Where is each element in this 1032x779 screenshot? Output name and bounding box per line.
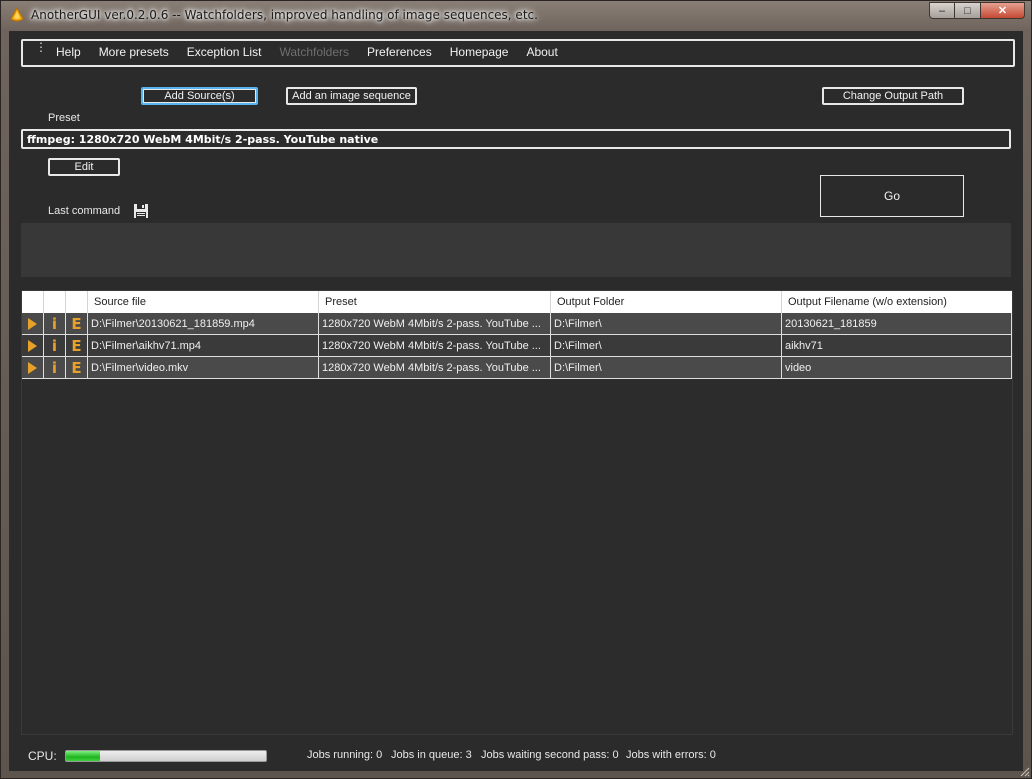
edit-glyph: E (71, 358, 82, 377)
job-grid[interactable]: Source file Preset Output Folder Output … (21, 290, 1013, 735)
change-output-path-button[interactable]: Change Output Path (822, 87, 964, 105)
menu-item-watchfolders[interactable]: Watchfolders (270, 45, 358, 59)
last-command-output[interactable] (21, 223, 1011, 277)
add-source-button[interactable]: Add Source(s) (141, 87, 258, 105)
cell-source-file[interactable]: D:\Filmer\20130621_181859.mp4 (88, 313, 319, 335)
app-logo-icon (10, 7, 24, 22)
cell-preset[interactable]: 1280x720 WebM 4Mbit/s 2-pass. YouTube ..… (319, 357, 551, 379)
table-row[interactable]: i E D:\Filmer\20130621_181859.mp4 1280x720 … (22, 313, 1012, 335)
cell-output-filename[interactable]: video (782, 357, 1012, 379)
cpu-progress-fill (66, 751, 100, 761)
cpu-label: CPU: (28, 749, 57, 763)
close-button[interactable]: ✕ (981, 2, 1025, 19)
cell-preset[interactable]: 1280x720 WebM 4Mbit/s 2-pass. YouTube ..… (319, 313, 551, 335)
go-button[interactable]: Go (820, 175, 964, 217)
edit-glyph: E (71, 314, 82, 333)
column-header-play[interactable] (22, 291, 44, 313)
menu-grip-icon[interactable]: ⋮ (35, 41, 47, 53)
column-header-preset[interactable]: Preset (319, 291, 551, 313)
edit-button[interactable]: Edit (48, 158, 120, 176)
window-controls: – □ ✕ (929, 2, 1025, 20)
jobs-with-errors: Jobs with errors: 0 (626, 749, 716, 761)
info-glyph: i (51, 336, 58, 355)
window-title: AnotherGUI ver.0.2.0.6 -- Watchfolders, … (31, 8, 538, 22)
menu-items: Help More presets Exception List Watchfolde… (47, 45, 567, 59)
play-icon[interactable] (22, 313, 44, 335)
info-icon[interactable]: i (44, 335, 66, 357)
cell-output-folder[interactable]: D:\Filmer\ (551, 313, 782, 335)
app-window: AnotherGUI ver.0.2.0.6 -- Watchfolders, … (0, 0, 1032, 779)
menu-bar: ⋮ Help More presets Exception List Watchfol… (21, 39, 1015, 67)
save-icon[interactable] (133, 203, 149, 219)
cell-source-file[interactable]: D:\Filmer\aikhv71.mp4 (88, 335, 319, 357)
menu-item-more-presets[interactable]: More presets (90, 45, 178, 59)
play-triangle (28, 317, 37, 330)
cpu-progress-bar (65, 750, 267, 762)
cell-output-filename[interactable]: aikhv71 (782, 335, 1012, 357)
jobs-waiting-second-pass: Jobs waiting second pass: 0 (481, 749, 619, 761)
cell-source-file[interactable]: D:\Filmer\video.mkv (88, 357, 319, 379)
menu-item-help[interactable]: Help (47, 45, 90, 59)
play-triangle (28, 361, 37, 374)
column-header-output-filename[interactable]: Output Filename (w/o extension) (782, 291, 1012, 313)
cell-output-folder[interactable]: D:\Filmer\ (551, 335, 782, 357)
grid-header: Source file Preset Output Folder Output … (22, 291, 1012, 314)
table-row[interactable]: i E D:\Filmer\aikhv71.mp4 1280x720 WebM 4Mb… (22, 335, 1012, 357)
column-header-source-file[interactable]: Source file (88, 291, 319, 313)
maximize-button[interactable]: □ (955, 2, 981, 19)
title-bar[interactable]: AnotherGUI ver.0.2.0.6 -- Watchfolders, … (1, 1, 1031, 29)
info-glyph: i (51, 314, 58, 333)
column-header-edit[interactable] (66, 291, 88, 313)
menu-item-about[interactable]: About (517, 45, 566, 59)
table-row[interactable]: i E D:\Filmer\video.mkv 1280x720 WebM 4Mbit… (22, 357, 1012, 379)
column-header-output-folder[interactable]: Output Folder (551, 291, 782, 313)
edit-glyph: E (71, 336, 82, 355)
preset-select[interactable]: ffmpeg: 1280x720 WebM 4Mbit/s 2-pass. Yo… (21, 129, 1011, 149)
last-command-label: Last command (48, 205, 121, 217)
cell-output-filename[interactable]: 20130621_181859 (782, 313, 1012, 335)
info-icon[interactable]: i (44, 313, 66, 335)
menu-item-homepage[interactable]: Homepage (441, 45, 518, 59)
play-icon[interactable] (22, 357, 44, 379)
cell-preset[interactable]: 1280x720 WebM 4Mbit/s 2-pass. YouTube ..… (319, 335, 551, 357)
info-icon[interactable]: i (44, 357, 66, 379)
main-panel: ⋮ Help More presets Exception List Watchfol… (9, 31, 1023, 771)
jobs-in-queue: Jobs in queue: 3 (391, 749, 472, 761)
minimize-button[interactable]: – (929, 2, 955, 19)
edit-icon[interactable]: E (66, 313, 88, 335)
menu-item-preferences[interactable]: Preferences (358, 45, 441, 59)
resize-grip-icon[interactable] (1018, 765, 1030, 777)
jobs-running: Jobs running: 0 (307, 749, 383, 761)
edit-icon[interactable]: E (66, 357, 88, 379)
add-image-sequence-button[interactable]: Add an image sequence (286, 87, 417, 105)
edit-icon[interactable]: E (66, 335, 88, 357)
play-triangle (28, 339, 37, 352)
menu-item-exception-list[interactable]: Exception List (178, 45, 271, 59)
column-header-info[interactable] (44, 291, 66, 313)
info-glyph: i (51, 358, 58, 377)
play-icon[interactable] (22, 335, 44, 357)
cell-output-folder[interactable]: D:\Filmer\ (551, 357, 782, 379)
preset-label: Preset (48, 112, 80, 124)
status-bar: CPU: Jobs running: 0 Jobs in queue: 3 Jo… (9, 743, 1023, 769)
